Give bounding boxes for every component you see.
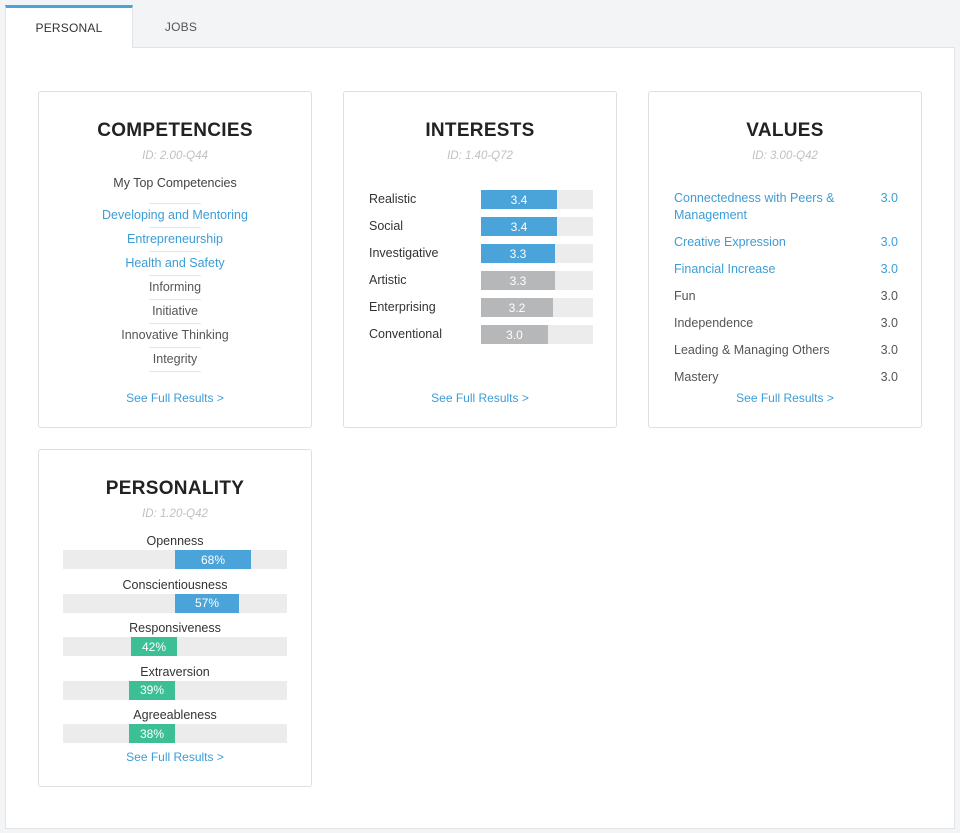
interest-row: Conventional 3.0 xyxy=(369,325,593,344)
values-card: VALUES ID: 3.00-Q42 Connectedness with P… xyxy=(648,91,922,428)
personality-bar: 57% xyxy=(175,593,239,613)
competency-item[interactable]: Entrepreneurship xyxy=(39,232,311,246)
personality-trait-label: Conscientiousness xyxy=(122,577,228,592)
competencies-divider xyxy=(149,227,201,228)
competency-item: Innovative Thinking xyxy=(121,328,229,342)
value-score: 3.0 xyxy=(880,343,898,357)
interest-bar-track: 3.3 xyxy=(481,244,593,263)
interest-label: Enterprising xyxy=(369,300,436,314)
value-label: Financial Increase xyxy=(674,262,776,276)
interest-bar-track: 3.4 xyxy=(481,190,593,209)
competencies-divider xyxy=(149,347,201,348)
interest-bar: 3.4 xyxy=(481,190,557,209)
competencies-id: ID: 2.00-Q44 xyxy=(142,150,208,162)
interest-bar-track: 3.4 xyxy=(481,217,593,236)
competencies-divider xyxy=(149,299,201,300)
interest-bar-track: 3.3 xyxy=(481,271,593,290)
personality-title: PERSONALITY xyxy=(105,478,245,499)
interest-label: Realistic xyxy=(369,192,417,206)
interest-bar: 3.3 xyxy=(481,271,555,290)
personality-id: ID: 1.20-Q42 xyxy=(142,508,208,520)
personality-bar-track: 38% xyxy=(63,724,287,743)
interest-bar-track: 3.2 xyxy=(481,298,593,317)
interest-row: Investigative 3.3 xyxy=(369,244,593,263)
value-score: 3.0 xyxy=(880,316,898,330)
competencies-divider xyxy=(149,275,201,276)
value-label: Independence xyxy=(674,316,754,330)
personality-trait-label: Responsiveness xyxy=(129,621,221,635)
personality-bar: 42% xyxy=(131,637,177,656)
interest-bar-track: 3.0 xyxy=(481,325,593,344)
interest-label: Artistic xyxy=(369,273,407,287)
competencies-see-full-link[interactable]: See Full Results > xyxy=(39,391,311,405)
results-panel: COMPETENCIES ID: 2.00-Q44 My Top Compete… xyxy=(5,47,955,829)
value-score: 3.0 xyxy=(880,289,898,303)
tab-bar: PERSONAL JOBS xyxy=(0,0,960,48)
interest-bar: 3.2 xyxy=(481,298,553,317)
personality-bar-track: 68% xyxy=(63,550,287,569)
competencies-divider xyxy=(149,251,201,252)
competencies-subtitle: My Top Competencies xyxy=(113,176,237,190)
competencies-divider xyxy=(149,323,201,324)
interest-label: Social xyxy=(369,219,404,233)
value-score: 3.0 xyxy=(880,235,898,249)
personality-see-full-link[interactable]: See Full Results > xyxy=(39,750,311,764)
value-label: Fun xyxy=(674,289,696,303)
competencies-title: COMPETENCIES xyxy=(97,120,253,141)
personality-trait-label: Openness xyxy=(146,534,204,548)
values-id: ID: 3.00-Q42 xyxy=(752,150,818,162)
value-label: Leading & Managing Others xyxy=(674,343,830,357)
interest-bar: 3.0 xyxy=(481,325,548,344)
value-label: Connectedness with Peers & Management xyxy=(674,191,835,222)
values-see-full-link[interactable]: See Full Results > xyxy=(649,391,921,405)
competency-item: Informing xyxy=(148,280,202,294)
interests-card: INTERESTS ID: 1.40-Q72 Realistic 3.4 Socia… xyxy=(343,91,617,428)
competencies-divider xyxy=(149,371,201,372)
competency-item: Integrity xyxy=(152,352,198,366)
interests-see-full-link[interactable]: See Full Results > xyxy=(344,391,616,405)
interest-label: Investigative xyxy=(369,246,439,260)
competency-item[interactable]: Health and Safety xyxy=(39,256,311,270)
personality-bar-track: 39% xyxy=(63,680,287,700)
competency-item: Initiative xyxy=(152,304,198,318)
value-label: Mastery xyxy=(674,370,719,384)
tab-personal[interactable]: PERSONAL xyxy=(5,5,133,48)
competency-item[interactable]: Developing and Mentoring xyxy=(39,208,311,222)
personality-bar: 68% xyxy=(175,550,251,569)
interest-row: Artistic 3.3 xyxy=(369,271,593,290)
personality-card: PERSONALITY ID: 1.20-Q42 Openness 68% Cons… xyxy=(38,449,312,787)
interest-row: Enterprising 3.2 xyxy=(369,298,593,317)
tab-jobs[interactable]: JOBS xyxy=(133,5,229,48)
interests-id: ID: 1.40-Q72 xyxy=(447,150,513,162)
interest-row: Realistic 3.4 xyxy=(369,190,593,209)
interest-row: Social 3.4 xyxy=(369,217,593,236)
personality-bar: 38% xyxy=(129,724,175,743)
personality-trait-label: Extraversion xyxy=(140,664,210,679)
values-title: VALUES xyxy=(746,120,824,141)
personality-bar-track: 42% xyxy=(63,637,287,656)
value-label: Creative Expression xyxy=(674,235,786,249)
value-score: 3.0 xyxy=(880,370,898,384)
competencies-card: COMPETENCIES ID: 2.00-Q44 My Top Compete… xyxy=(38,91,312,428)
personality-trait-label: Agreeableness xyxy=(133,708,217,722)
value-score: 3.0 xyxy=(880,191,898,205)
interest-label: Conventional xyxy=(369,327,442,341)
interests-title: INTERESTS xyxy=(425,120,535,141)
personality-bar-track: 57% xyxy=(63,593,287,613)
personality-bar: 39% xyxy=(129,680,175,700)
competencies-divider xyxy=(149,203,201,204)
interest-bar: 3.3 xyxy=(481,244,555,263)
value-score: 3.0 xyxy=(880,262,898,276)
interest-bar: 3.4 xyxy=(481,217,557,236)
